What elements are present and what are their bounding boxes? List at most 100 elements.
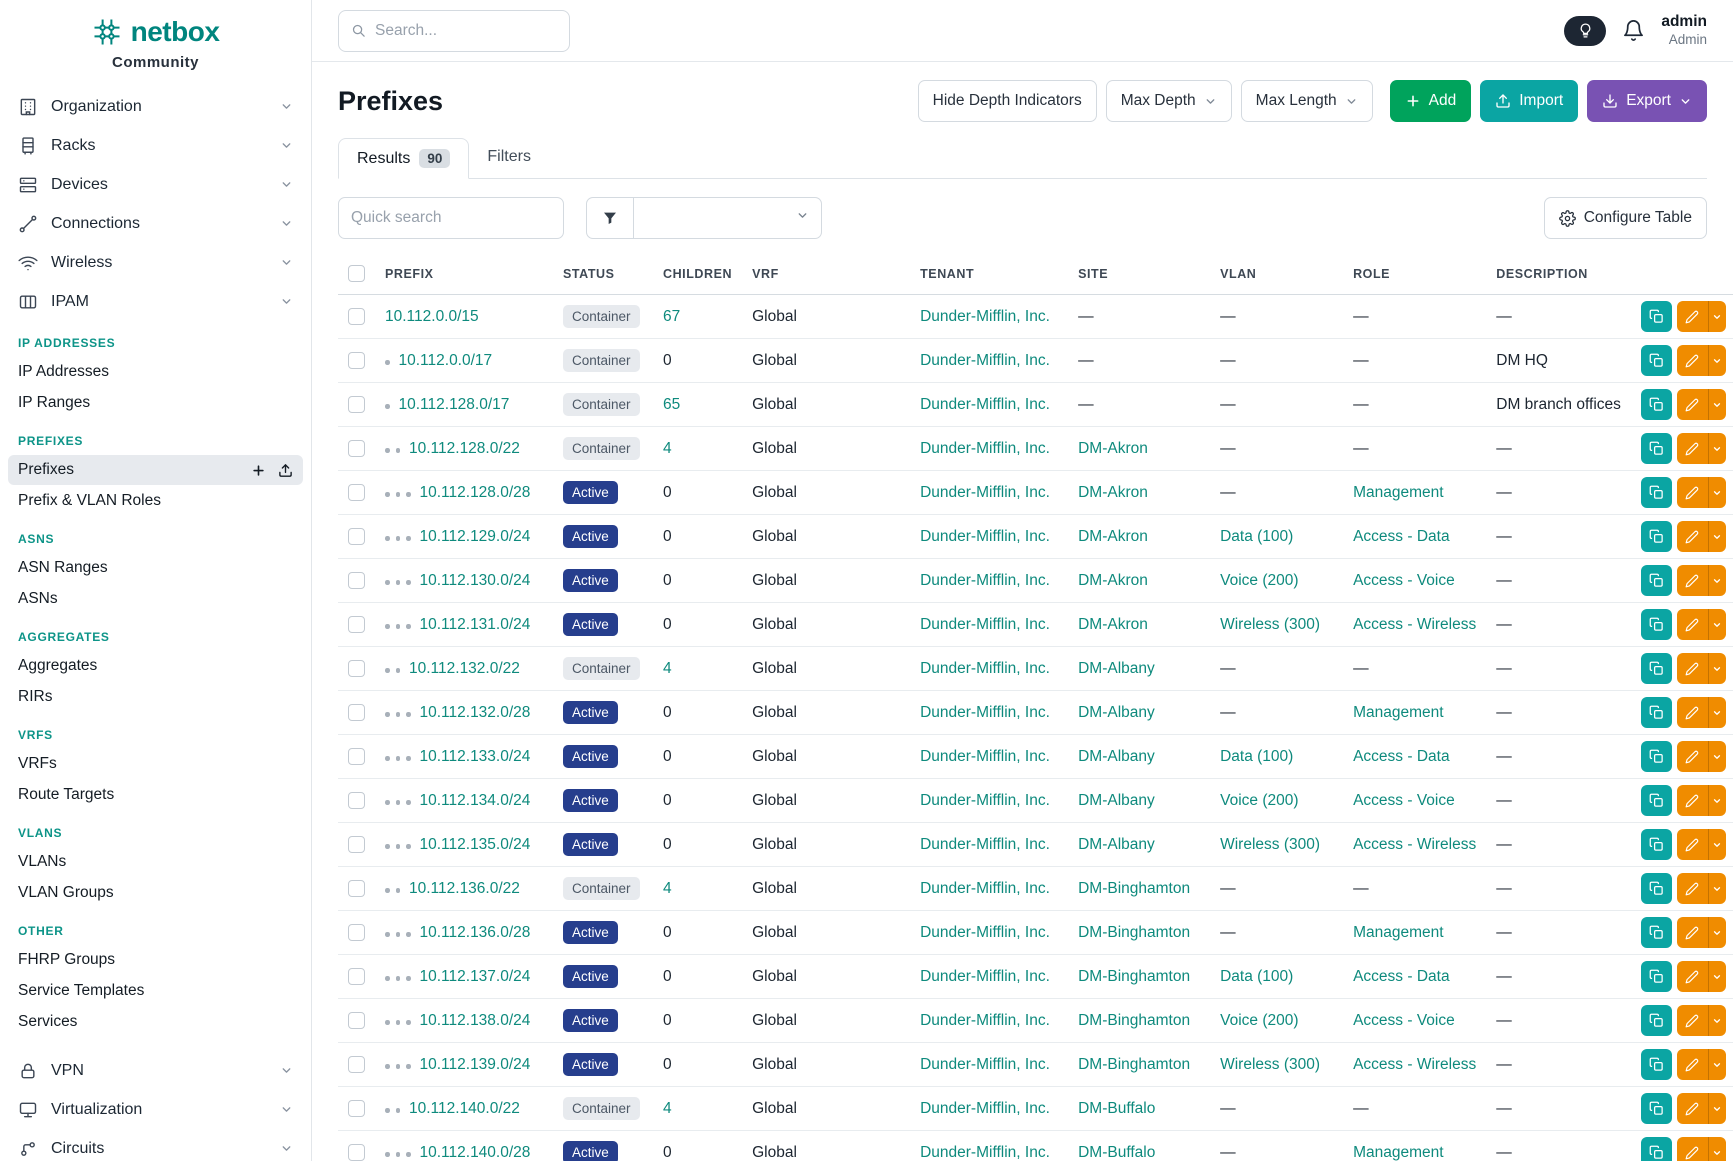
sidebar-item-ip-addresses[interactable]: IP Addresses xyxy=(8,357,303,387)
role-link[interactable]: Access - Wireless xyxy=(1353,616,1476,633)
prefix-link[interactable]: 10.112.0.0/15 xyxy=(385,308,479,325)
site-link[interactable]: DM-Albany xyxy=(1078,792,1155,809)
edit-dropdown-toggle[interactable] xyxy=(1708,1093,1726,1124)
column-header-site[interactable]: SITE xyxy=(1068,253,1210,295)
row-checkbox[interactable] xyxy=(348,1144,365,1161)
column-header-vlan[interactable]: VLAN xyxy=(1210,253,1343,295)
prefix-link[interactable]: 10.112.137.0/24 xyxy=(420,968,531,985)
vlan-link[interactable]: Voice (200) xyxy=(1220,572,1298,589)
sidebar-item-vlan-groups[interactable]: VLAN Groups xyxy=(8,878,303,908)
prefix-link[interactable]: 10.112.140.0/22 xyxy=(409,1100,520,1117)
row-checkbox[interactable] xyxy=(348,572,365,589)
sidebar-item-vrfs[interactable]: VRFs xyxy=(8,749,303,779)
row-checkbox[interactable] xyxy=(348,352,365,369)
prefix-link[interactable]: 10.112.131.0/24 xyxy=(420,616,531,633)
tenant-link[interactable]: Dunder-Mifflin, Inc. xyxy=(920,396,1050,413)
edit-dropdown-toggle[interactable] xyxy=(1708,345,1726,376)
clone-button[interactable] xyxy=(1641,785,1672,816)
edit-dropdown-toggle[interactable] xyxy=(1708,433,1726,464)
edit-dropdown-toggle[interactable] xyxy=(1708,521,1726,552)
prefix-link[interactable]: 10.112.0.0/17 xyxy=(399,352,493,369)
site-link[interactable]: DM-Binghamton xyxy=(1078,924,1190,941)
vlan-link[interactable]: Wireless (300) xyxy=(1220,1056,1320,1073)
row-checkbox[interactable] xyxy=(348,968,365,985)
prefix-link[interactable]: 10.112.128.0/22 xyxy=(409,440,520,457)
add-button[interactable]: Add xyxy=(1390,80,1472,122)
import-prefixes-mini-button[interactable] xyxy=(278,463,293,478)
edit-dropdown-toggle[interactable] xyxy=(1708,653,1726,684)
edit-dropdown-toggle[interactable] xyxy=(1708,873,1726,904)
sidebar-item-fhrp-groups[interactable]: FHRP Groups xyxy=(8,945,303,975)
row-checkbox[interactable] xyxy=(348,396,365,413)
sidebar-group-ipam[interactable]: IPAM xyxy=(0,282,311,321)
row-checkbox[interactable] xyxy=(348,792,365,809)
max-length-dropdown[interactable]: Max Length xyxy=(1241,80,1373,122)
column-header-tenant[interactable]: TENANT xyxy=(910,253,1068,295)
row-checkbox[interactable] xyxy=(348,484,365,501)
row-checkbox[interactable] xyxy=(348,308,365,325)
row-checkbox[interactable] xyxy=(348,924,365,941)
clone-button[interactable] xyxy=(1641,565,1672,596)
vlan-link[interactable]: Wireless (300) xyxy=(1220,616,1320,633)
tab-filters[interactable]: Filters xyxy=(469,138,549,178)
import-button[interactable]: Import xyxy=(1480,80,1578,122)
saved-filter-select[interactable] xyxy=(634,197,822,239)
vlan-link[interactable]: Data (100) xyxy=(1220,528,1293,545)
row-checkbox[interactable] xyxy=(348,1100,365,1117)
clone-button[interactable] xyxy=(1641,1005,1672,1036)
clone-button[interactable] xyxy=(1641,829,1672,860)
column-header-vrf[interactable]: VRF xyxy=(742,253,910,295)
export-dropdown[interactable]: Export xyxy=(1587,80,1707,122)
edit-button[interactable] xyxy=(1677,741,1708,772)
tenant-link[interactable]: Dunder-Mifflin, Inc. xyxy=(920,660,1050,677)
tenant-link[interactable]: Dunder-Mifflin, Inc. xyxy=(920,308,1050,325)
edit-dropdown-toggle[interactable] xyxy=(1708,389,1726,420)
row-checkbox[interactable] xyxy=(348,748,365,765)
tenant-link[interactable]: Dunder-Mifflin, Inc. xyxy=(920,748,1050,765)
sidebar-group-organization[interactable]: Organization xyxy=(0,87,311,126)
theme-toggle-button[interactable] xyxy=(1564,16,1606,46)
tenant-link[interactable]: Dunder-Mifflin, Inc. xyxy=(920,880,1050,897)
clone-button[interactable] xyxy=(1641,873,1672,904)
edit-button[interactable] xyxy=(1677,301,1708,332)
site-link[interactable]: DM-Binghamton xyxy=(1078,880,1190,897)
quick-search-input[interactable] xyxy=(338,197,564,239)
tenant-link[interactable]: Dunder-Mifflin, Inc. xyxy=(920,616,1050,633)
role-link[interactable]: Access - Data xyxy=(1353,748,1449,765)
edit-dropdown-toggle[interactable] xyxy=(1708,917,1726,948)
vlan-link[interactable]: Voice (200) xyxy=(1220,792,1298,809)
edit-dropdown-toggle[interactable] xyxy=(1708,301,1726,332)
prefix-link[interactable]: 10.112.130.0/24 xyxy=(420,572,531,589)
sidebar-group-circuits[interactable]: Circuits xyxy=(0,1129,311,1161)
prefix-link[interactable]: 10.112.136.0/28 xyxy=(420,924,531,941)
site-link[interactable]: DM-Buffalo xyxy=(1078,1144,1155,1161)
tenant-link[interactable]: Dunder-Mifflin, Inc. xyxy=(920,792,1050,809)
row-checkbox[interactable] xyxy=(348,528,365,545)
sidebar-item-services[interactable]: Services xyxy=(8,1007,303,1037)
sidebar-item-ip-ranges[interactable]: IP Ranges xyxy=(8,388,303,418)
edit-button[interactable] xyxy=(1677,521,1708,552)
edit-dropdown-toggle[interactable] xyxy=(1708,829,1726,860)
clone-button[interactable] xyxy=(1641,1137,1672,1161)
edit-dropdown-toggle[interactable] xyxy=(1708,697,1726,728)
prefix-link[interactable]: 10.112.133.0/24 xyxy=(420,748,531,765)
prefix-link[interactable]: 10.112.138.0/24 xyxy=(420,1012,531,1029)
row-checkbox[interactable] xyxy=(348,836,365,853)
sidebar-item-aggregates[interactable]: Aggregates xyxy=(8,651,303,681)
select-all-checkbox[interactable] xyxy=(348,265,365,282)
prefix-link[interactable]: 10.112.136.0/22 xyxy=(409,880,520,897)
site-link[interactable]: DM-Buffalo xyxy=(1078,1100,1155,1117)
prefix-link[interactable]: 10.112.128.0/17 xyxy=(399,396,510,413)
prefix-link[interactable]: 10.112.135.0/24 xyxy=(420,836,531,853)
tenant-link[interactable]: Dunder-Mifflin, Inc. xyxy=(920,528,1050,545)
sidebar-item-rirs[interactable]: RIRs xyxy=(8,682,303,712)
edit-dropdown-toggle[interactable] xyxy=(1708,1137,1726,1161)
clone-button[interactable] xyxy=(1641,1093,1672,1124)
prefix-link[interactable]: 10.112.132.0/28 xyxy=(420,704,531,721)
children-count[interactable]: 67 xyxy=(663,308,680,325)
edit-button[interactable] xyxy=(1677,697,1708,728)
vlan-link[interactable]: Data (100) xyxy=(1220,748,1293,765)
role-link[interactable]: Management xyxy=(1353,704,1443,721)
sidebar-item-service-templates[interactable]: Service Templates xyxy=(8,976,303,1006)
children-count[interactable]: 4 xyxy=(663,880,672,897)
